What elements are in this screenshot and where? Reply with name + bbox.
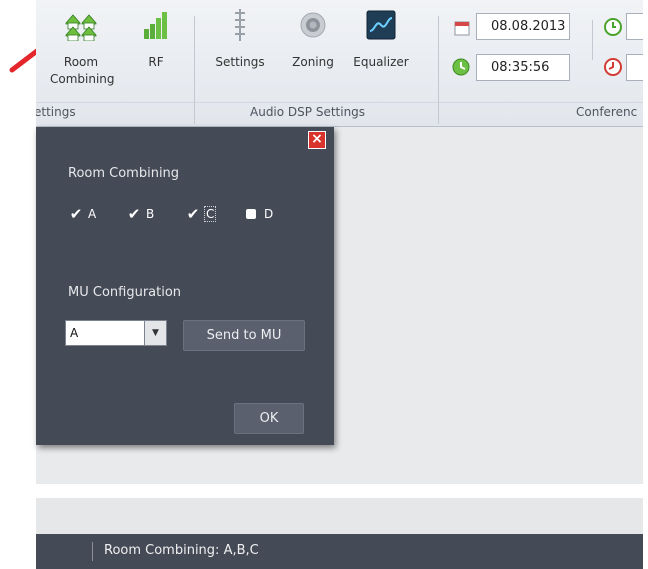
mu-select-value: A <box>65 320 145 346</box>
group-label-settings: ettings <box>36 105 76 119</box>
zoning-label: Zoning <box>292 55 334 69</box>
houses-icon <box>64 8 98 42</box>
group-label-audio-dsp: Audio DSP Settings <box>250 105 366 119</box>
close-button[interactable]: × <box>308 131 326 149</box>
checkbox-label: D <box>264 207 274 221</box>
chevron-down-icon[interactable]: ▼ <box>145 320 167 346</box>
zoning-button[interactable]: Zoning <box>286 8 340 71</box>
mu-configuration-heading: MU Configuration <box>68 285 182 300</box>
room-combining-heading: Room Combining <box>68 166 180 181</box>
mu-select[interactable]: A ▼ <box>65 320 167 346</box>
rf-label: RF <box>148 55 164 69</box>
status-text: Room Combining: A,B,C <box>104 543 259 558</box>
checkbox-label: B <box>146 207 155 221</box>
ok-button[interactable]: OK <box>234 403 304 434</box>
close-icon: × <box>311 131 323 147</box>
room-combining-dialog: × Room Combining ✔ A ✔ B ✔ C D MU Config… <box>36 127 334 445</box>
checkbox-unchecked-icon <box>246 209 256 219</box>
checkbox-label: A <box>88 207 97 221</box>
ribbon-separator <box>438 16 439 124</box>
time-field[interactable]: 08:35:56 <box>476 54 570 81</box>
ribbon-toolbar: Room Combining RF Settings Zoning Equali… <box>36 0 643 127</box>
send-to-mu-button[interactable]: Send to MU <box>183 320 305 351</box>
speaker-knob-icon <box>296 8 330 42</box>
equalizer-label: Equalizer <box>353 55 409 69</box>
checkbox-checked-icon: ✔ <box>186 205 200 223</box>
settings-button[interactable]: Settings <box>210 8 270 71</box>
end-time-field[interactable] <box>626 54 643 81</box>
signal-bars-icon <box>139 8 173 42</box>
calendar-icon <box>454 20 470 36</box>
clock-red-icon <box>604 58 622 76</box>
sliders-icon <box>223 8 257 42</box>
checkbox-checked-icon: ✔ <box>69 205 83 223</box>
group-label-conference: Conferenc <box>576 105 638 119</box>
checkbox-label: C <box>203 206 217 222</box>
status-bar: Room Combining: A,B,C <box>36 534 643 569</box>
status-separator <box>92 542 93 561</box>
clock-green-icon <box>604 18 622 36</box>
settings-label: Settings <box>215 55 265 69</box>
date-field[interactable]: 08.08.2013 <box>476 13 570 40</box>
room-combining-label: Room Combining <box>50 55 115 86</box>
checkbox-room-d[interactable]: D <box>244 207 273 221</box>
start-time-field[interactable] <box>626 13 643 40</box>
rf-button[interactable]: RF <box>136 8 176 71</box>
ribbon-group-baseline <box>36 102 643 103</box>
panel-strip <box>36 498 643 534</box>
ribbon-separator <box>194 16 195 124</box>
equalizer-button[interactable]: Equalizer <box>346 8 416 71</box>
time-sync-icon <box>452 58 470 76</box>
checkbox-checked-icon: ✔ <box>127 205 141 223</box>
checkbox-room-c[interactable]: ✔ C <box>186 205 217 223</box>
ribbon-separator <box>592 20 593 60</box>
checkbox-room-a[interactable]: ✔ A <box>69 205 97 223</box>
equalizer-icon <box>364 8 398 42</box>
checkbox-room-b[interactable]: ✔ B <box>127 205 155 223</box>
room-combining-button[interactable]: Room Combining <box>50 8 115 88</box>
